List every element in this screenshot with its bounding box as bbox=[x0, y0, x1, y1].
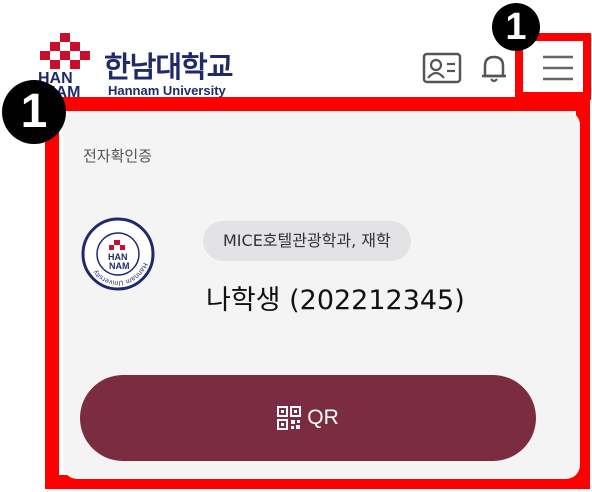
bell-icon[interactable] bbox=[482, 52, 506, 84]
digital-id-card: 전자확인증 Hannam University HAN NAM MICE호텔관광… bbox=[63, 111, 580, 479]
hamburger-menu-icon[interactable] bbox=[543, 55, 573, 81]
annotation-marker-card: 1 bbox=[2, 80, 66, 144]
university-emblem-icon: Hannam University HAN NAM bbox=[81, 217, 155, 291]
qr-button-label: QR bbox=[307, 406, 339, 429]
qr-button[interactable]: QR bbox=[80, 375, 536, 461]
department-status-badge: MICE호텔관광학과, 재학 bbox=[203, 221, 411, 261]
student-name-id: 나학생 (202212345) bbox=[206, 285, 465, 316]
qr-code-icon bbox=[277, 406, 302, 430]
annotation-marker-menu: 1 bbox=[492, 3, 540, 51]
logo-korean-text: 한남대학교 bbox=[104, 50, 233, 84]
svg-text:NAM: NAM bbox=[109, 261, 130, 271]
logo-english-text: Hannam University bbox=[108, 83, 226, 98]
id-card-icon[interactable] bbox=[422, 52, 462, 84]
card-title: 전자확인증 bbox=[83, 147, 153, 165]
